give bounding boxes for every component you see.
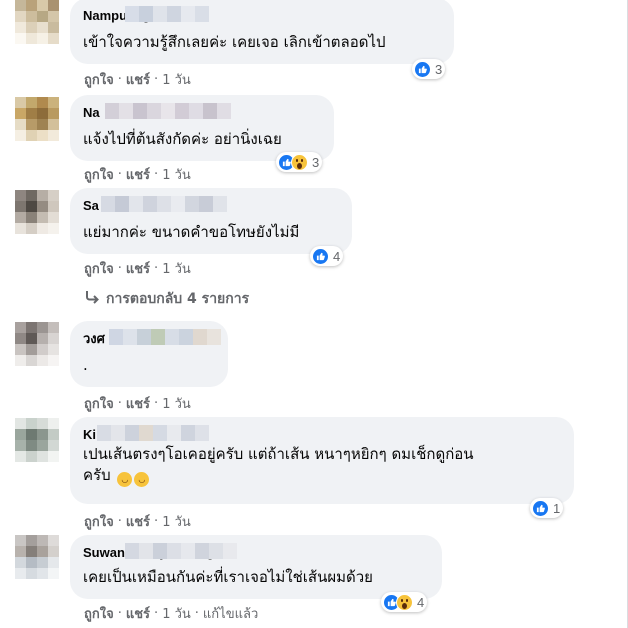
name-blur	[97, 425, 209, 441]
comment-bubble: Sa แย่มากค่ะ ขนาดคำขอโทษยังไม่มี	[70, 188, 352, 254]
comment-actions: ถูกใจ · แชร์ · 1 วัน	[84, 70, 191, 88]
reaction-summary[interactable]: 4	[381, 592, 428, 612]
comment-text: แย่มากค่ะ ขนาดคำขอโทษยังไม่มี	[83, 223, 300, 241]
thumbs-up-icon	[414, 60, 431, 78]
wow-face-icon	[291, 153, 308, 171]
separator-dot: ·	[194, 605, 199, 621]
separator-dot: ·	[154, 71, 159, 87]
like-button[interactable]: ถูกใจ	[84, 393, 114, 414]
timestamp[interactable]: 1 วัน	[162, 603, 191, 624]
reaction-count: 4	[333, 248, 341, 264]
author-name[interactable]: วงศ	[83, 331, 105, 346]
reaction-summary[interactable]: 1	[530, 498, 564, 518]
avatar[interactable]	[15, 0, 59, 44]
reaction-summary[interactable]: 4	[310, 246, 344, 266]
separator-dot: ·	[154, 605, 159, 621]
comment-actions: ถูกใจ · แชร์ · 1 วัน	[84, 512, 191, 530]
comment-bubble: Suwanan Wiyonnong เคยเป็นเหมือนกันค่ะที่…	[70, 535, 442, 599]
avatar[interactable]	[15, 97, 59, 141]
comment-actions: ถูกใจ · แชร์ · 1 วัน	[84, 259, 191, 277]
name-blur	[125, 6, 209, 22]
comment-text-continued: ครับ ◡ ◡	[83, 465, 562, 487]
comment-text-line2: ครับ	[83, 466, 111, 484]
separator-dot: ·	[154, 166, 159, 182]
name-blur	[101, 196, 227, 212]
comment-text: แจ้งไปที่ต้นสังกัดค่ะ อย่านิ่งเฉย	[83, 130, 282, 148]
name-blur	[125, 543, 237, 559]
comment-text: เปนเส้นตรงๆโอเคอยู่ครับ แต่ถ้าเส้น หนาๆห…	[83, 445, 474, 463]
separator-dot: ·	[154, 513, 159, 529]
thumbs-up-icon	[532, 499, 549, 517]
reaction-count: 1	[553, 500, 561, 516]
separator-dot: ·	[117, 513, 122, 529]
like-button[interactable]: ถูกใจ	[84, 511, 114, 532]
rolling-laughing-emoji: ◡	[117, 472, 133, 487]
comment-text: .	[83, 356, 88, 374]
avatar[interactable]	[15, 418, 59, 462]
like-button[interactable]: ถูกใจ	[84, 164, 114, 185]
comment-actions: ถูกใจ · แชร์ · 1 วัน	[84, 165, 191, 183]
reaction-count: 3	[435, 61, 443, 77]
timestamp[interactable]: 1 วัน	[162, 69, 191, 90]
timestamp[interactable]: 1 วัน	[162, 393, 191, 414]
share-button[interactable]: แชร์	[126, 603, 150, 624]
share-button[interactable]: แชร์	[126, 164, 150, 185]
author-name[interactable]: Sa	[83, 198, 99, 213]
reaction-count: 3	[312, 154, 320, 170]
author-name[interactable]: Ki	[83, 427, 96, 442]
separator-dot: ·	[154, 395, 159, 411]
thumbs-up-icon	[312, 247, 329, 265]
avatar[interactable]	[15, 535, 59, 579]
share-button[interactable]: แชร์	[126, 69, 150, 90]
name-blur	[109, 329, 221, 345]
edited-label: แก้ไขแล้ว	[202, 606, 259, 622]
author-name[interactable]: Na	[83, 105, 100, 120]
like-button[interactable]: ถูกใจ	[84, 258, 114, 279]
comment-bubble: วงศ .	[70, 321, 228, 387]
comment-text: เข้าใจความรู้สึกเลยค่ะ เคยเจอ เลิกเข้าตล…	[83, 33, 386, 51]
reaction-summary[interactable]: 3	[276, 152, 323, 172]
rolling-laughing-emoji: ◡	[134, 472, 150, 487]
view-replies-link[interactable]: การตอบกลับ 4 รายการ	[84, 289, 249, 309]
reply-arrow-icon	[84, 290, 100, 308]
comment-actions: ถูกใจ · แชร์ · 1 วัน	[84, 394, 191, 412]
separator-dot: ·	[154, 260, 159, 276]
timestamp[interactable]: 1 วัน	[162, 164, 191, 185]
comment-bubble: Nampueng Naeoo เข้าใจความรู้สึกเลยค่ะ เค…	[70, 0, 454, 64]
share-button[interactable]: แชร์	[126, 258, 150, 279]
timestamp[interactable]: 1 วัน	[162, 258, 191, 279]
separator-dot: ·	[117, 166, 122, 182]
reaction-summary[interactable]: 3	[412, 59, 446, 79]
comment-actions: ถูกใจ · แชร์ · 1 วัน · แก้ไขแล้ว	[84, 604, 258, 622]
wow-face-icon	[396, 593, 413, 611]
name-blur	[105, 103, 231, 119]
like-button[interactable]: ถูกใจ	[84, 603, 114, 624]
share-button[interactable]: แชร์	[126, 393, 150, 414]
reaction-count: 4	[417, 594, 425, 610]
avatar[interactable]	[15, 190, 59, 234]
separator-dot: ·	[117, 71, 122, 87]
comment-bubble: Ki เปนเส้นตรงๆโอเคอยู่ครับ แต่ถ้าเส้น หน…	[70, 417, 574, 504]
timestamp[interactable]: 1 วัน	[162, 511, 191, 532]
view-replies-label: การตอบกลับ 4 รายการ	[106, 291, 250, 307]
share-button[interactable]: แชร์	[126, 511, 150, 532]
separator-dot: ·	[117, 260, 122, 276]
avatar[interactable]	[15, 322, 59, 366]
comment-text: เคยเป็นเหมือนกันค่ะที่เราเจอไม่ใช่เส้นผม…	[83, 568, 373, 586]
like-button[interactable]: ถูกใจ	[84, 69, 114, 90]
separator-dot: ·	[117, 605, 122, 621]
separator-dot: ·	[117, 395, 122, 411]
